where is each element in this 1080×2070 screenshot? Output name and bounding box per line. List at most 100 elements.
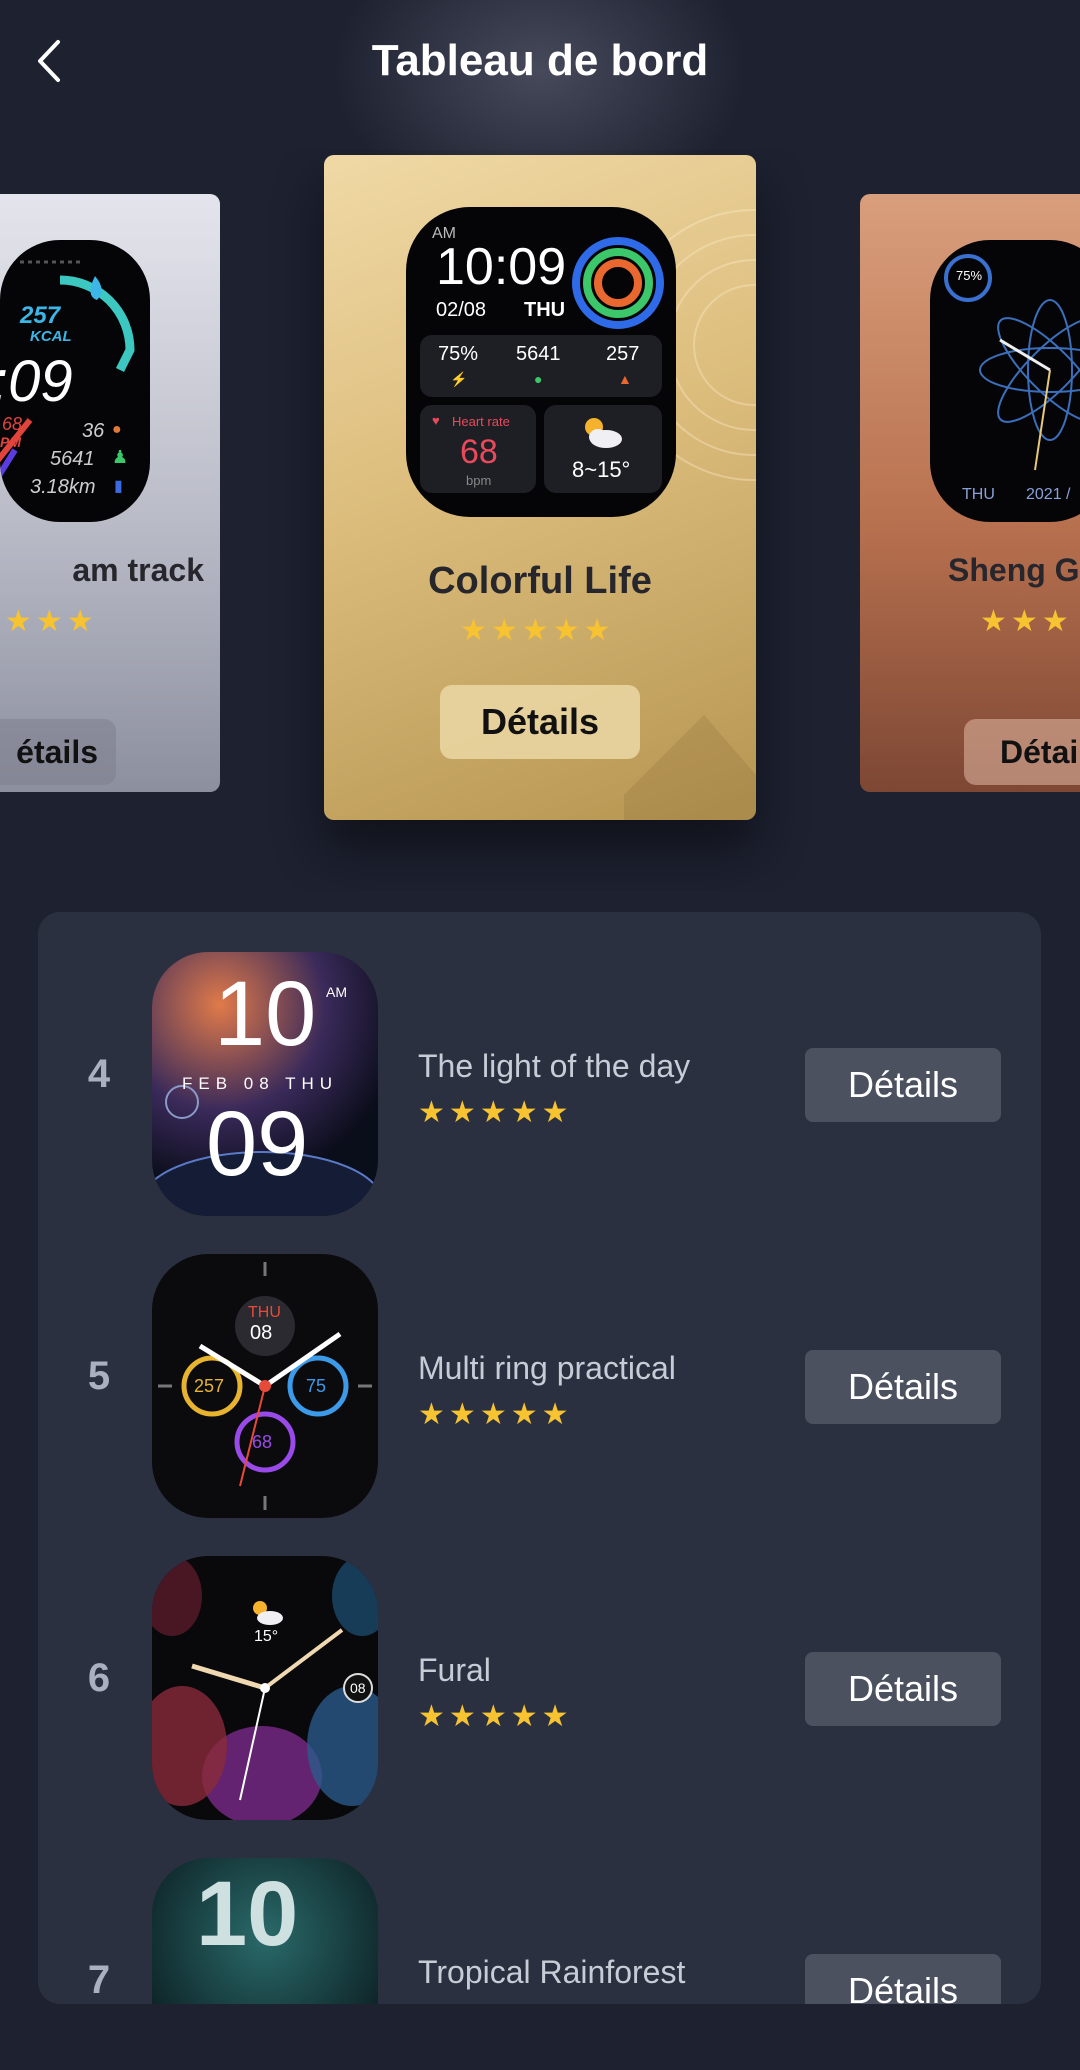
list-item[interactable]: 7 10 Tropical Rainforest ★★★★★ Détails bbox=[38, 1858, 1041, 2004]
star-icon: ★ bbox=[448, 1096, 476, 1129]
details-button[interactable]: Détai bbox=[964, 719, 1080, 785]
rating-stars: ★ ★ ★ bbox=[980, 607, 1069, 637]
watch-face-thumbnail: THU 08 257 75 68 bbox=[152, 1254, 378, 1518]
calories-value: 257 bbox=[606, 343, 640, 365]
bolt-icon: ⚡ bbox=[450, 371, 468, 387]
watch-date: 02/08 bbox=[436, 299, 487, 321]
star-icon: ★ bbox=[479, 1398, 507, 1431]
star-icon: ★ bbox=[448, 1398, 476, 1431]
partly-cloudy-icon bbox=[253, 1601, 283, 1625]
rank-number: 7 bbox=[87, 1958, 111, 2002]
rating-stars: ★ ★ ★ ★ ★ bbox=[418, 1702, 569, 1732]
partly-cloudy-icon bbox=[585, 418, 622, 448]
star-icon: ★ bbox=[490, 614, 518, 647]
stats-tile: 75% ⚡ 5641 ● 257 ▲ bbox=[420, 335, 662, 397]
star-icon: ★ bbox=[479, 1096, 507, 1129]
watch-date: FEB 08 THU bbox=[182, 1074, 339, 1093]
star-icon: ★ bbox=[418, 1398, 445, 1431]
star-icon: ★ bbox=[1010, 605, 1038, 638]
featured-card-left[interactable]: 257 KCAL :09 68 PM 36 ● 5641 ♟ 3.18km ▮ … bbox=[0, 194, 220, 792]
star-icon: ★ bbox=[1041, 605, 1069, 638]
battery-value: 75 bbox=[306, 1376, 327, 1396]
star-icon: ★ bbox=[418, 1096, 445, 1129]
walking-icon: ♟ bbox=[112, 447, 129, 467]
watch-face-preview: AM 10:09 02/08 THU 75% ⚡ 5641 ● 257 ▲ ♥ … bbox=[406, 207, 676, 517]
flame-icon: ▲ bbox=[618, 371, 632, 387]
star-icon: ★ bbox=[460, 614, 487, 647]
distance-value: 3.18km bbox=[30, 476, 96, 498]
star-icon: ★ bbox=[418, 1700, 445, 1733]
star-icon: ★ bbox=[448, 1700, 476, 1733]
watch-date: 08 bbox=[350, 1680, 366, 1696]
watch-date: 2021 / bbox=[1026, 486, 1071, 503]
details-button[interactable]: Détails bbox=[440, 685, 640, 759]
star-icon: ★ bbox=[541, 1096, 569, 1129]
rank-number: 6 bbox=[87, 1656, 111, 1700]
star-icon: ★ bbox=[541, 1700, 569, 1733]
flame-icon: ● bbox=[112, 421, 122, 438]
rating-stars: ★ ★ ★ ★ ★ bbox=[418, 1098, 569, 1128]
star-icon: ★ bbox=[541, 1398, 569, 1431]
star-icon: ★ bbox=[35, 605, 63, 638]
rank-number: 5 bbox=[87, 1354, 111, 1398]
heart-rate-label: Heart rate bbox=[452, 414, 510, 429]
featured-carousel[interactable]: 257 KCAL :09 68 PM 36 ● 5641 ♟ 3.18km ▮ … bbox=[0, 150, 1080, 890]
heart-rate-value: 68 bbox=[252, 1432, 273, 1452]
heart-rate-unit: bpm bbox=[466, 473, 492, 488]
details-button[interactable]: Détails bbox=[805, 1954, 1001, 2004]
watch-face-name: The light of the day bbox=[418, 1048, 691, 1084]
temperature-range: 8~15° bbox=[572, 457, 631, 482]
star-icon: ★ bbox=[510, 1398, 538, 1431]
steps-value: 5641 bbox=[516, 343, 561, 365]
details-button[interactable]: Détails bbox=[805, 1048, 1001, 1122]
weather-tile: 8~15° bbox=[544, 405, 662, 493]
star-icon: ★ bbox=[66, 605, 94, 638]
list-item[interactable]: 5 THU 08 257 75 68 Multi ring practical … bbox=[38, 1254, 1041, 1524]
details-button[interactable]: Détails bbox=[805, 1652, 1001, 1726]
list-item[interactable]: 6 15° 08 Fural ★ ★ ★ ★ ★ Détails bbox=[38, 1556, 1041, 1826]
multi-ring-art bbox=[158, 1262, 372, 1510]
watch-face-preview: 257 KCAL :09 68 PM 36 ● 5641 ♟ 3.18km ▮ bbox=[0, 240, 150, 522]
rating-stars: ★★★★ bbox=[0, 607, 94, 637]
top-bar: Tableau de bord bbox=[0, 0, 1080, 120]
featured-card-center[interactable]: AM 10:09 02/08 THU 75% ⚡ 5641 ● 257 ▲ ♥ … bbox=[324, 155, 756, 820]
lotus-art bbox=[944, 254, 1080, 471]
footsteps-icon: ● bbox=[534, 371, 543, 387]
watch-time: 10:09 bbox=[436, 238, 567, 296]
heart-rate-value: 68 bbox=[460, 433, 498, 471]
battery-value: 75% bbox=[438, 343, 479, 365]
heart-rate-tile: ♥ Heart rate 68 bpm bbox=[420, 405, 536, 493]
star-icon: ★ bbox=[521, 614, 549, 647]
page-title: Tableau de bord bbox=[371, 36, 709, 85]
card-title: Colorful Life bbox=[428, 560, 652, 602]
watch-day: THU bbox=[524, 299, 566, 321]
star-icon: ★ bbox=[4, 605, 32, 638]
watch-ampm: AM bbox=[326, 984, 347, 1000]
star-icon: ★ bbox=[552, 614, 580, 647]
hr-value: 68 bbox=[2, 414, 23, 434]
star-icon: ★ bbox=[510, 1096, 538, 1129]
watch-time: :09 bbox=[0, 349, 73, 414]
steps-value: 5641 bbox=[50, 448, 95, 470]
calories-value: 257 bbox=[20, 302, 61, 329]
temperature-value: 15° bbox=[254, 1628, 279, 1645]
watch-face-name: Multi ring practical bbox=[418, 1350, 676, 1386]
featured-card-right[interactable]: 75% THU 2021 / Sheng G ★ ★ ★ Détai bbox=[860, 194, 1080, 792]
details-button[interactable]: étails bbox=[0, 719, 116, 785]
rank-number: 4 bbox=[87, 1052, 111, 1096]
watch-face-name: Fural bbox=[418, 1652, 491, 1688]
ranking-list[interactable]: 4 10 AM FEB 08 THU 09 The light of the d… bbox=[38, 912, 1041, 2004]
watch-face-preview: 75% THU 2021 / bbox=[930, 240, 1080, 522]
watch-date: 08 bbox=[250, 1322, 273, 1344]
details-button[interactable]: Détails bbox=[805, 1350, 1001, 1424]
list-item[interactable]: 4 10 AM FEB 08 THU 09 The light of the d… bbox=[38, 952, 1041, 1222]
star-icon: ★ bbox=[510, 1700, 538, 1733]
watch-hour: 10 bbox=[196, 1863, 299, 1965]
hr-unit: PM bbox=[0, 434, 21, 450]
watch-face-thumbnail: 15° 08 bbox=[152, 1556, 378, 1820]
watch-minute: 09 bbox=[206, 1093, 309, 1195]
rating-stars: ★ ★ ★ ★ ★ bbox=[418, 1400, 569, 1430]
watch-face-thumbnail: 10 AM FEB 08 THU 09 bbox=[152, 952, 378, 1216]
calories-value: 257 bbox=[194, 1376, 225, 1396]
watch-day: THU bbox=[248, 1304, 281, 1321]
